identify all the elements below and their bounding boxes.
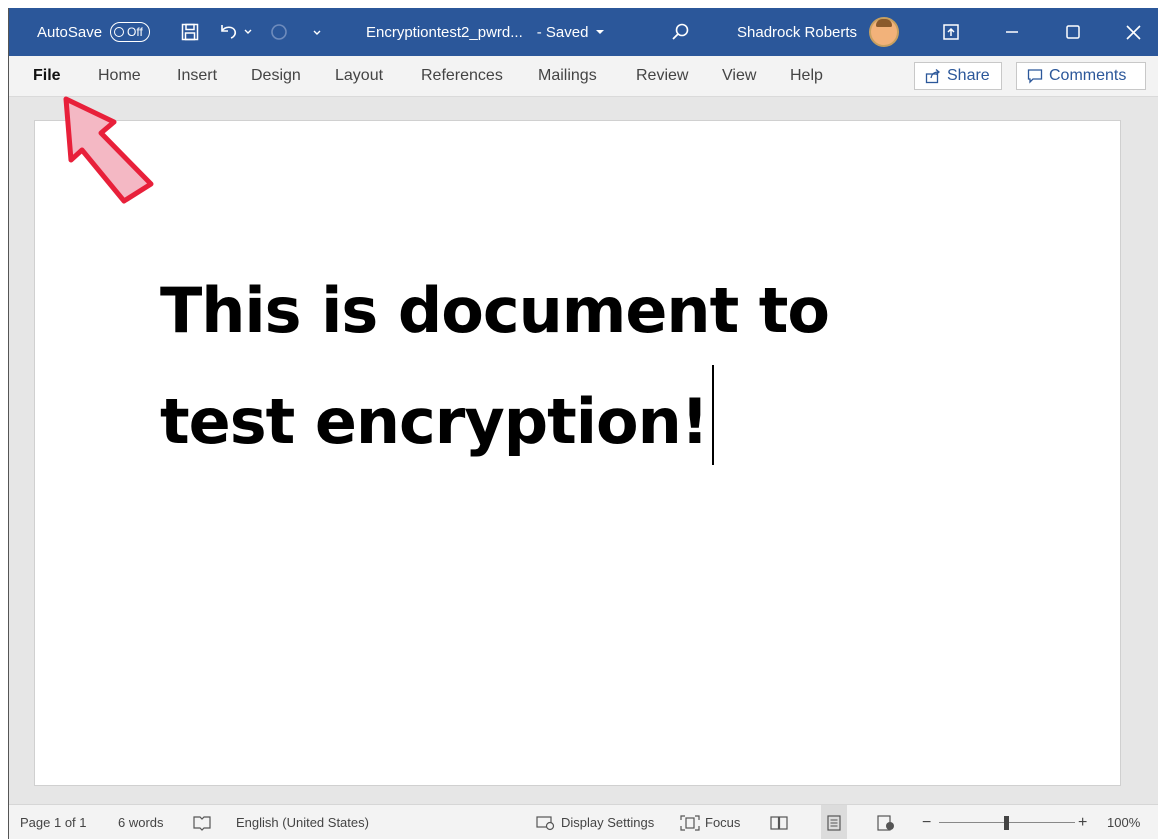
tab-mailings[interactable]: Mailings: [538, 56, 597, 96]
maximize-icon: [1066, 25, 1080, 39]
document-title[interactable]: Encryptiontest2_pwrd... - Saved: [366, 8, 606, 56]
zoom-slider-thumb[interactable]: [1004, 815, 1009, 830]
focus-button[interactable]: Focus: [680, 805, 740, 839]
undo-dropdown-icon: [244, 29, 252, 34]
undo-button[interactable]: [219, 8, 253, 56]
status-bar: Page 1 of 1 6 words English (United Stat…: [9, 804, 1158, 839]
print-layout-button[interactable]: [821, 805, 847, 839]
word-count[interactable]: 6 words: [118, 805, 164, 839]
document-page[interactable]: This is document to test encryption!: [34, 120, 1121, 786]
title-bar: AutoSave Off Encryptiontest2_pwrd... - S…: [9, 8, 1158, 56]
tab-review[interactable]: Review: [636, 56, 688, 96]
save-button[interactable]: [181, 8, 199, 56]
zoom-slider[interactable]: [939, 805, 1075, 839]
ribbon-tabs: File Home Insert Design Layout Reference…: [9, 56, 1158, 97]
document-line-1: This is document to: [160, 274, 830, 347]
tab-design[interactable]: Design: [251, 56, 301, 96]
chevron-down-icon: [596, 30, 605, 34]
tab-home[interactable]: Home: [98, 56, 141, 96]
save-state: - Saved: [536, 23, 589, 41]
zoom-in-button[interactable]: +: [1078, 805, 1087, 839]
text-cursor: [712, 365, 714, 465]
comments-button[interactable]: Comments: [1016, 62, 1146, 90]
save-icon: [181, 23, 199, 41]
document-line-2: test encryption!: [160, 385, 709, 458]
focus-label: Focus: [705, 815, 741, 830]
autosave-group[interactable]: AutoSave Off: [37, 8, 150, 56]
comment-icon: [1027, 69, 1043, 84]
page-count[interactable]: Page 1 of 1: [20, 805, 87, 839]
zoom-slider-track[interactable]: [939, 815, 1075, 831]
avatar[interactable]: [869, 17, 900, 47]
tab-file[interactable]: File: [33, 56, 61, 96]
tab-view[interactable]: View: [722, 56, 756, 96]
tab-insert[interactable]: Insert: [177, 56, 217, 96]
search-button[interactable]: [671, 8, 691, 56]
word-window: AutoSave Off Encryptiontest2_pwrd... - S…: [8, 8, 1158, 839]
account-button[interactable]: Shadrock Roberts: [737, 8, 900, 56]
doc-name: Encryptiontest2_pwrd...: [366, 23, 523, 41]
close-button[interactable]: [1126, 8, 1141, 56]
redo-icon: [271, 24, 287, 40]
ribbon-display-button[interactable]: [943, 8, 959, 56]
tab-help[interactable]: Help: [790, 56, 823, 96]
toggle-knob: [114, 27, 125, 37]
web-layout-icon: [877, 814, 894, 831]
undo-icon: [221, 25, 237, 39]
focus-icon: [680, 814, 700, 831]
close-icon: [1126, 24, 1141, 40]
minimize-icon: [1006, 31, 1018, 33]
autosave-toggle[interactable]: Off: [110, 22, 150, 42]
redo-button[interactable]: [269, 8, 289, 56]
minimize-button[interactable]: [1005, 8, 1019, 56]
ribbon-display-icon: [943, 24, 959, 40]
zoom-out-button[interactable]: −: [922, 805, 931, 839]
share-icon: [925, 69, 941, 84]
autosave-label: AutoSave: [37, 23, 103, 41]
display-settings-label: Display Settings: [561, 815, 655, 830]
proofing-button[interactable]: [192, 805, 212, 839]
tab-references[interactable]: References: [421, 56, 503, 96]
share-label: Share: [947, 67, 990, 84]
document-line-2-wrap: test encryption!: [160, 365, 960, 476]
maximize-button[interactable]: [1066, 8, 1080, 56]
read-mode-button[interactable]: [770, 805, 788, 839]
comments-label: Comments: [1049, 67, 1127, 84]
display-settings-button[interactable]: Display Settings: [536, 805, 654, 839]
web-layout-button[interactable]: [877, 805, 895, 839]
language[interactable]: English (United States): [236, 805, 369, 839]
user-name: Shadrock Roberts: [737, 23, 858, 41]
display-settings-icon: [536, 815, 555, 830]
document-body[interactable]: This is document to test encryption!: [160, 256, 960, 476]
zoom-level[interactable]: 100%: [1107, 805, 1140, 839]
print-layout-icon: [827, 814, 841, 831]
proofing-icon: [193, 815, 211, 831]
tab-layout[interactable]: Layout: [335, 56, 383, 96]
customize-qat-icon: [313, 30, 321, 35]
share-button[interactable]: Share: [914, 62, 1002, 90]
read-mode-icon: [770, 815, 788, 830]
customize-qat-button[interactable]: [311, 8, 323, 56]
autosave-state: Off: [127, 25, 143, 39]
search-icon: [672, 23, 689, 40]
